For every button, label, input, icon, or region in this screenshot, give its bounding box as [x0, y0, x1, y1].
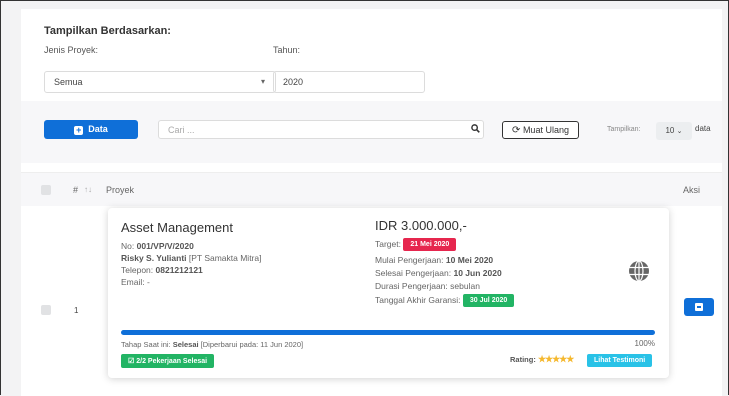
- start-date: Mulai Pengerjaan: 10 Mei 2020: [375, 255, 493, 265]
- phone-value: 0821212121: [155, 265, 203, 275]
- client-name: Risky S. Yulianti: [121, 253, 187, 263]
- rating-label: Rating:: [510, 355, 536, 364]
- search-icon: [471, 124, 480, 133]
- project-number-value: 001/VP/V/2020: [136, 241, 194, 251]
- column-action-header: Aksi: [683, 185, 701, 195]
- table-header: # ↑↓ Proyek Aksi: [21, 172, 722, 206]
- progress-percent: 100%: [634, 339, 655, 348]
- view-testimony-button[interactable]: Lihat Testimoni: [587, 352, 653, 370]
- main-panel: Tampilkan Berdasarkan: Jenis Proyek: Tah…: [21, 9, 722, 396]
- row-checkbox[interactable]: [41, 305, 51, 315]
- rating-stars: ★★★★★: [537, 354, 574, 364]
- warranty-badge: 30 Jul 2020: [462, 294, 515, 307]
- target-date: Target: 21 Mei 2020: [375, 238, 457, 251]
- tasks-badge: ☑ 2/2 Pekerjaan Selesai: [121, 353, 215, 368]
- phone-label: Telepon:: [121, 265, 154, 275]
- view-testimony-label: Lihat Testimoni: [587, 354, 653, 368]
- tahun-input[interactable]: 2020: [273, 71, 425, 93]
- row-action-button[interactable]: [684, 298, 714, 316]
- target-badge: 21 Mei 2020: [403, 238, 457, 251]
- window-frame: Tampilkan Berdasarkan: Jenis Proyek: Tah…: [0, 0, 729, 396]
- page-size-select[interactable]: 10 ⌄: [656, 122, 692, 140]
- client-info: Risky S. Yulianti [PT Samakta Mitra]: [121, 253, 261, 263]
- page-size-value: 10: [665, 126, 675, 135]
- warranty-date: Tanggal Akhir Garansi: 30 Jul 2020: [375, 294, 515, 307]
- column-number-header: #: [73, 185, 79, 195]
- row-number: 1: [74, 306, 79, 315]
- jenis-proyek-value: Semua: [54, 77, 83, 87]
- project-number: No: 001/VP/V/2020: [121, 241, 194, 251]
- start-value: 10 Mei 2020: [445, 255, 494, 265]
- reload-label: Muat Ulang: [522, 125, 569, 135]
- current-stage: Tahap Saat ini: Selesai [Diperbarui pada…: [121, 340, 303, 349]
- duration-value: sebulan: [450, 281, 480, 291]
- column-project-header[interactable]: Proyek: [106, 185, 134, 195]
- action-icon: [695, 303, 703, 311]
- project-card: Asset Management No: 001/VP/V/2020 Risky…: [108, 208, 669, 378]
- email-value: -: [147, 277, 150, 287]
- stage-label: Tahap Saat ini:: [121, 340, 171, 349]
- duration-label: Durasi Pengerjaan:: [375, 281, 448, 291]
- project-price: IDR 3.000.000,-: [375, 218, 467, 233]
- start-label: Mulai Pengerjaan:: [375, 255, 444, 265]
- sort-icon[interactable]: ↑↓: [84, 185, 92, 194]
- end-date: Selesai Pengerjaan: 10 Jun 2020: [375, 268, 502, 278]
- target-label: Target:: [375, 238, 401, 249]
- stage-value: Selesai: [172, 340, 199, 349]
- chevron-down-icon: ⌄: [676, 128, 683, 135]
- search-input[interactable]: Cari ...: [158, 120, 484, 139]
- jenis-proyek-select[interactable]: Semua ▾: [44, 71, 276, 93]
- chevron-down-icon: ▾: [260, 77, 265, 86]
- end-value: 10 Jun 2020: [453, 268, 502, 278]
- client-company: [PT Samakta Mitra]: [188, 253, 262, 263]
- email-label: Email:: [121, 277, 145, 287]
- tahun-label: Tahun:: [273, 45, 301, 55]
- client-phone: Telepon: 0821212121: [121, 265, 203, 275]
- warranty-label: Tanggal Akhir Garansi:: [375, 294, 461, 305]
- tasks-done: ☑ 2/2 Pekerjaan Selesai: [121, 352, 215, 370]
- project-number-label: No:: [121, 241, 135, 251]
- client-email: Email: -: [121, 277, 150, 287]
- globe-icon[interactable]: [628, 260, 650, 282]
- rating: Rating: ★★★★★: [510, 354, 574, 365]
- jenis-proyek-label: Jenis Proyek:: [44, 45, 99, 55]
- add-data-label: Data: [88, 124, 108, 134]
- duration: Durasi Pengerjaan: sebulan: [375, 281, 480, 291]
- plus-square-icon: +: [74, 125, 84, 135]
- add-data-button[interactable]: + Data: [44, 120, 138, 139]
- refresh-icon: ⟳: [512, 125, 521, 136]
- end-label: Selesai Pengerjaan:: [375, 268, 452, 278]
- filter-heading: Tampilkan Berdasarkan:: [44, 25, 171, 37]
- reload-button[interactable]: ⟳ Muat Ulang: [502, 121, 579, 139]
- progress-bar: [121, 330, 655, 335]
- stage-updated: [Diperbarui pada: 11 Jun 2020]: [200, 340, 304, 349]
- select-all-checkbox[interactable]: [41, 185, 51, 195]
- data-suffix: data: [695, 124, 711, 133]
- search-button[interactable]: [467, 120, 484, 139]
- tasks-badge-label: 2/2 Pekerjaan Selesai: [136, 357, 208, 365]
- project-title: Asset Management: [121, 220, 234, 235]
- show-label: Tampilkan:: [607, 126, 641, 133]
